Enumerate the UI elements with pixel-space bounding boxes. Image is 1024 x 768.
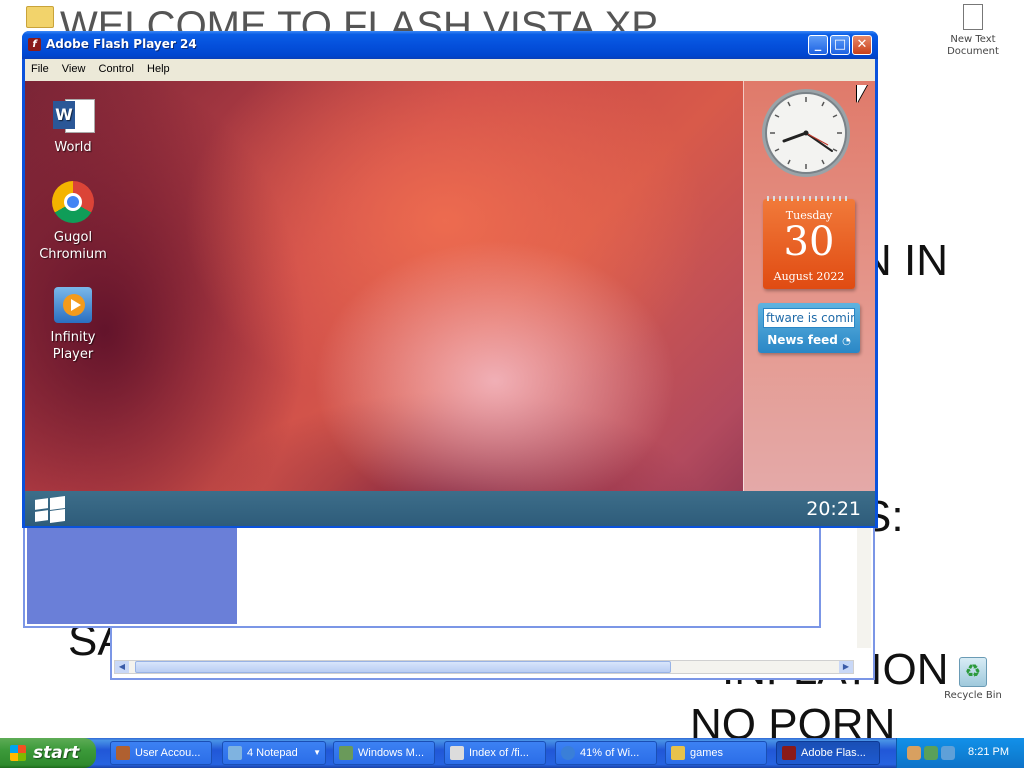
taskbar-item-label: 4 Notepad: [247, 747, 298, 759]
flash-player-window[interactable]: f Adobe Flash Player 24 _ □ ✕ File View …: [22, 31, 878, 528]
document-icon: [450, 746, 464, 760]
menu-file[interactable]: File: [25, 59, 53, 75]
news-feed-label: News feed ◔: [758, 333, 860, 347]
clock-face-icon: [762, 89, 850, 177]
gadget-sidebar: Tuesday 30 August 2022 ftware is comin N…: [743, 81, 875, 491]
taskbar-item-games[interactable]: games: [665, 741, 767, 765]
taskbar: start User Accou... 4 Notepad ▼ Windows …: [0, 738, 1024, 768]
ie-icon: [561, 746, 575, 760]
taskbar-item-label: User Accou...: [135, 747, 201, 759]
text-document-icon: [963, 4, 983, 30]
menu-control[interactable]: Control: [93, 59, 138, 75]
scroll-right-arrow[interactable]: ▶: [839, 661, 853, 673]
flash-icon-label: World: [54, 140, 92, 155]
flash-content[interactable]: W World Gugol Chromium Infinity Player T…: [25, 81, 875, 526]
desktop-icon-label: New Text Document: [947, 34, 999, 57]
news-feed-gadget[interactable]: ftware is comin News feed ◔: [758, 303, 860, 353]
taskbar-item-label: Index of /fi...: [469, 747, 529, 759]
word-icon: W: [53, 97, 95, 133]
tray-app-icon[interactable]: [941, 746, 955, 760]
windows-flag-icon: [10, 745, 26, 761]
flash-icon: [782, 746, 796, 760]
users-icon: [116, 746, 130, 760]
taskbar-item-label: Adobe Flas...: [801, 747, 866, 759]
windows-logo-icon[interactable]: [35, 495, 65, 524]
news-feed-text: News feed: [767, 333, 838, 347]
chromium-icon: [52, 181, 94, 223]
news-ticker: ftware is comin: [763, 308, 855, 328]
scroll-left-arrow[interactable]: ◀: [115, 661, 129, 673]
desktop-icon-recycle-bin[interactable]: ♻ Recycle Bin: [938, 657, 1008, 702]
minimize-button[interactable]: _: [808, 35, 828, 55]
tray-app-icon[interactable]: [924, 746, 938, 760]
start-button[interactable]: start: [0, 738, 96, 768]
mouse-cursor-icon: [857, 85, 867, 103]
menu-help[interactable]: Help: [141, 59, 174, 75]
media-player-icon: [54, 287, 92, 323]
taskbar-item-download[interactable]: 41% of Wi...: [555, 741, 657, 765]
taskbar-item-label: 41% of Wi...: [580, 747, 640, 759]
desktop-icon-label: Recycle Bin: [944, 690, 1002, 701]
purple-panel: [27, 520, 237, 624]
menu-view[interactable]: View: [56, 59, 90, 75]
calendar-day: 30: [783, 219, 835, 265]
taskbar-item-user-accounts[interactable]: User Accou...: [110, 741, 212, 765]
flash-icon-infinity-player[interactable]: Infinity Player: [33, 287, 113, 363]
group-dropdown-arrow-icon[interactable]: ▼: [313, 742, 321, 764]
folder-icon: [671, 746, 685, 760]
flash-icon-label: Gugol Chromium: [39, 230, 107, 262]
taskbar-item-notepad-group[interactable]: 4 Notepad ▼: [222, 741, 326, 765]
tray-app-icon[interactable]: [907, 746, 921, 760]
system-clock[interactable]: 8:21 PM: [968, 746, 1009, 758]
taskbar-item-label: games: [690, 747, 724, 759]
taskbar-item-label: Windows M...: [358, 747, 425, 759]
background-window-2[interactable]: [23, 520, 821, 628]
windows-movie-icon: [339, 746, 353, 760]
folder-icon[interactable]: [26, 6, 54, 28]
scrollbar-thumb[interactable]: [135, 661, 671, 673]
vertical-scrollbar[interactable]: [857, 520, 871, 648]
calendar-gadget[interactable]: Tuesday 30 August 2022: [763, 196, 855, 289]
taskbar-item-windows-movie[interactable]: Windows M...: [333, 741, 435, 765]
analog-clock-gadget[interactable]: [760, 87, 852, 179]
calendar-month-year: August 2022: [773, 270, 845, 283]
horizontal-scrollbar[interactable]: ◀ ▶: [114, 660, 854, 674]
window-title: Adobe Flash Player 24: [46, 37, 197, 51]
title-bar[interactable]: f Adobe Flash Player 24 _ □ ✕: [22, 31, 878, 59]
flash-icon-world[interactable]: W World: [33, 97, 113, 156]
flash-clock: 20:21: [806, 498, 861, 520]
taskbar-item-index[interactable]: Index of /fi...: [444, 741, 546, 765]
taskbar-item-adobe-flash[interactable]: Adobe Flas...: [776, 741, 880, 765]
start-label: start: [33, 743, 80, 763]
system-tray: 8:21 PM: [896, 738, 1024, 768]
notepad-icon: [228, 746, 242, 760]
desktop-icon-new-text-document[interactable]: New Text Document: [938, 4, 1008, 58]
recycle-bin-icon: ♻: [959, 657, 987, 687]
calendar-rings: [767, 196, 851, 201]
flash-icon-label: Infinity Player: [50, 330, 96, 362]
maximize-button[interactable]: □: [830, 35, 850, 55]
flash-taskbar: 20:21: [25, 491, 875, 526]
flash-icon: f: [28, 38, 41, 51]
menu-bar: File View Control Help: [25, 59, 875, 81]
close-button[interactable]: ✕: [852, 35, 872, 55]
rss-icon: ◔: [842, 336, 851, 347]
flash-icon-gugol-chromium[interactable]: Gugol Chromium: [33, 181, 113, 263]
